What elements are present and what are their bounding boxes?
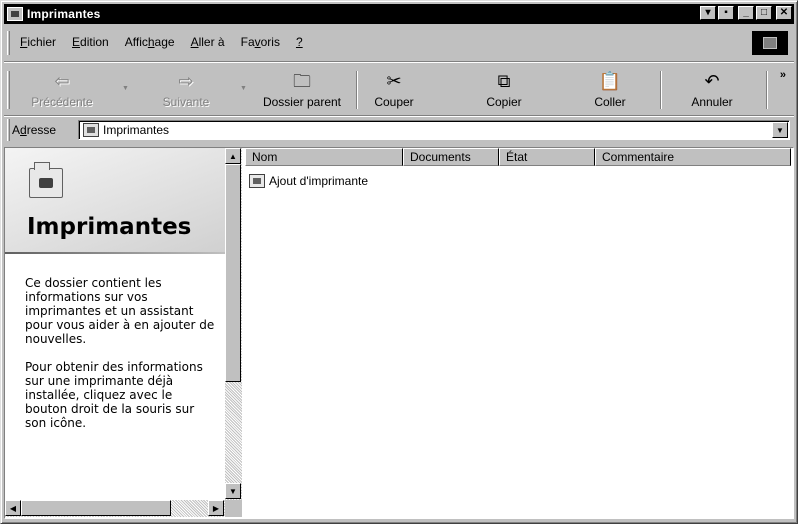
stop-icon[interactable]: ▪ [718, 6, 734, 20]
list-item-label: Ajout d'imprimante [269, 174, 368, 188]
explorer-window: Imprimantes ▾ ▪ _ □ ✕ Fichier Edition Af… [0, 0, 798, 524]
address-label: Adresse [12, 123, 57, 137]
menu-favoris[interactable]: Favoris [235, 33, 290, 51]
pane-paragraph-2: Pour obtenir des informations sur une im… [25, 360, 203, 430]
hscroll-thumb[interactable] [21, 500, 171, 516]
scrollbar-corner [225, 500, 242, 517]
undo-button[interactable]: ↶ Annuler [680, 67, 744, 113]
forward-button[interactable]: ⇨ Suivante [150, 67, 222, 113]
toolbar-divider [766, 71, 768, 109]
menu-grip[interactable] [7, 31, 10, 55]
pane-vertical-scrollbar[interactable]: ▲ ▼ [225, 148, 242, 500]
scissors-icon: ✂ [386, 71, 402, 91]
forward-arrow-icon: ⇨ [178, 71, 194, 91]
menu-bar: Fichier Edition Affichage Aller à Favori… [4, 27, 794, 63]
toolbar-divider [356, 71, 358, 109]
column-commentaire[interactable]: Commentaire [595, 148, 791, 166]
menu-separator [4, 61, 794, 63]
scroll-right-button[interactable]: ▶ [208, 500, 224, 516]
menu-row: Fichier Edition Affichage Aller à Favori… [4, 27, 744, 57]
cut-button[interactable]: ✂ Couper [366, 67, 422, 113]
minimize-button[interactable]: _ [738, 6, 754, 20]
copy-icon: ⧉ [497, 71, 511, 91]
toolbar-divider [660, 71, 662, 109]
menu-fichier[interactable]: Fichier [14, 33, 66, 51]
file-list[interactable]: Nom Documents État Commentaire Ajout d'i… [245, 148, 793, 518]
help-menu-button[interactable]: ▾ [700, 6, 716, 20]
pane-horizontal-scrollbar[interactable]: ◀ ▶ [5, 500, 225, 517]
address-dropdown-button[interactable]: ▼ [772, 122, 788, 138]
column-name[interactable]: Nom [245, 148, 403, 166]
scroll-down-button[interactable]: ▼ [225, 483, 241, 499]
paste-icon: 📋 [598, 71, 622, 91]
add-printer-icon [249, 174, 265, 188]
pane-header: Imprimantes [5, 148, 225, 254]
copy-button[interactable]: ⧉ Copier [472, 67, 536, 113]
title-bar[interactable]: Imprimantes ▾ ▪ _ □ ✕ [4, 4, 794, 24]
toolbar-overflow-button[interactable]: » [780, 69, 786, 81]
address-grip[interactable] [7, 119, 10, 141]
menu-aller-a[interactable]: Aller à [185, 33, 235, 51]
content-area: Imprimantes Ce dossier contient les info… [4, 147, 794, 519]
web-view-pane: Imprimantes Ce dossier contient les info… [5, 148, 225, 518]
maximize-button[interactable]: □ [756, 6, 772, 20]
pane-title: Imprimantes [27, 214, 192, 240]
toolbar: ⇦ Précédente ▼ ⇨ Suivante ▼ 🗀 Dossier pa… [4, 65, 794, 115]
scroll-thumb[interactable] [225, 164, 241, 382]
menu-help[interactable]: ? [290, 33, 313, 51]
address-bar: Adresse Imprimantes ▼ [4, 117, 794, 143]
windows-logo-icon [752, 31, 788, 55]
back-dropdown-icon[interactable]: ▼ [122, 85, 129, 92]
printer-folder-icon [83, 123, 99, 137]
address-value: Imprimantes [103, 123, 170, 137]
menu-edition[interactable]: Edition [66, 33, 119, 51]
scroll-up-button[interactable]: ▲ [225, 148, 241, 164]
pane-paragraph-1: Ce dossier contient les informations sur… [25, 276, 215, 346]
scroll-left-button[interactable]: ◀ [5, 500, 21, 516]
title-buttons: ▾ ▪ _ □ ✕ [698, 6, 792, 20]
menu-affichage[interactable]: Affichage [119, 33, 185, 51]
printer-folder-large-icon [29, 162, 63, 198]
list-item[interactable]: Ajout d'imprimante [249, 174, 368, 188]
back-arrow-icon: ⇦ [54, 71, 70, 91]
close-button[interactable]: ✕ [776, 6, 792, 20]
printer-folder-icon [7, 7, 23, 21]
pane-description: Ce dossier contient les informations sur… [25, 276, 215, 444]
toolbar-grip[interactable] [7, 71, 10, 109]
forward-dropdown-icon[interactable]: ▼ [240, 85, 247, 92]
folder-up-icon: 🗀 [293, 71, 311, 91]
back-button[interactable]: ⇦ Précédente [26, 67, 98, 113]
column-headers: Nom Documents État Commentaire [245, 148, 791, 166]
column-documents[interactable]: Documents [403, 148, 499, 166]
address-field[interactable]: Imprimantes ▼ [78, 120, 790, 140]
column-etat[interactable]: État [499, 148, 595, 166]
parent-folder-button[interactable]: 🗀 Dossier parent [252, 67, 352, 113]
undo-icon: ↶ [704, 71, 720, 91]
paste-button[interactable]: 📋 Coller [578, 67, 642, 113]
window-title: Imprimantes [27, 7, 101, 21]
